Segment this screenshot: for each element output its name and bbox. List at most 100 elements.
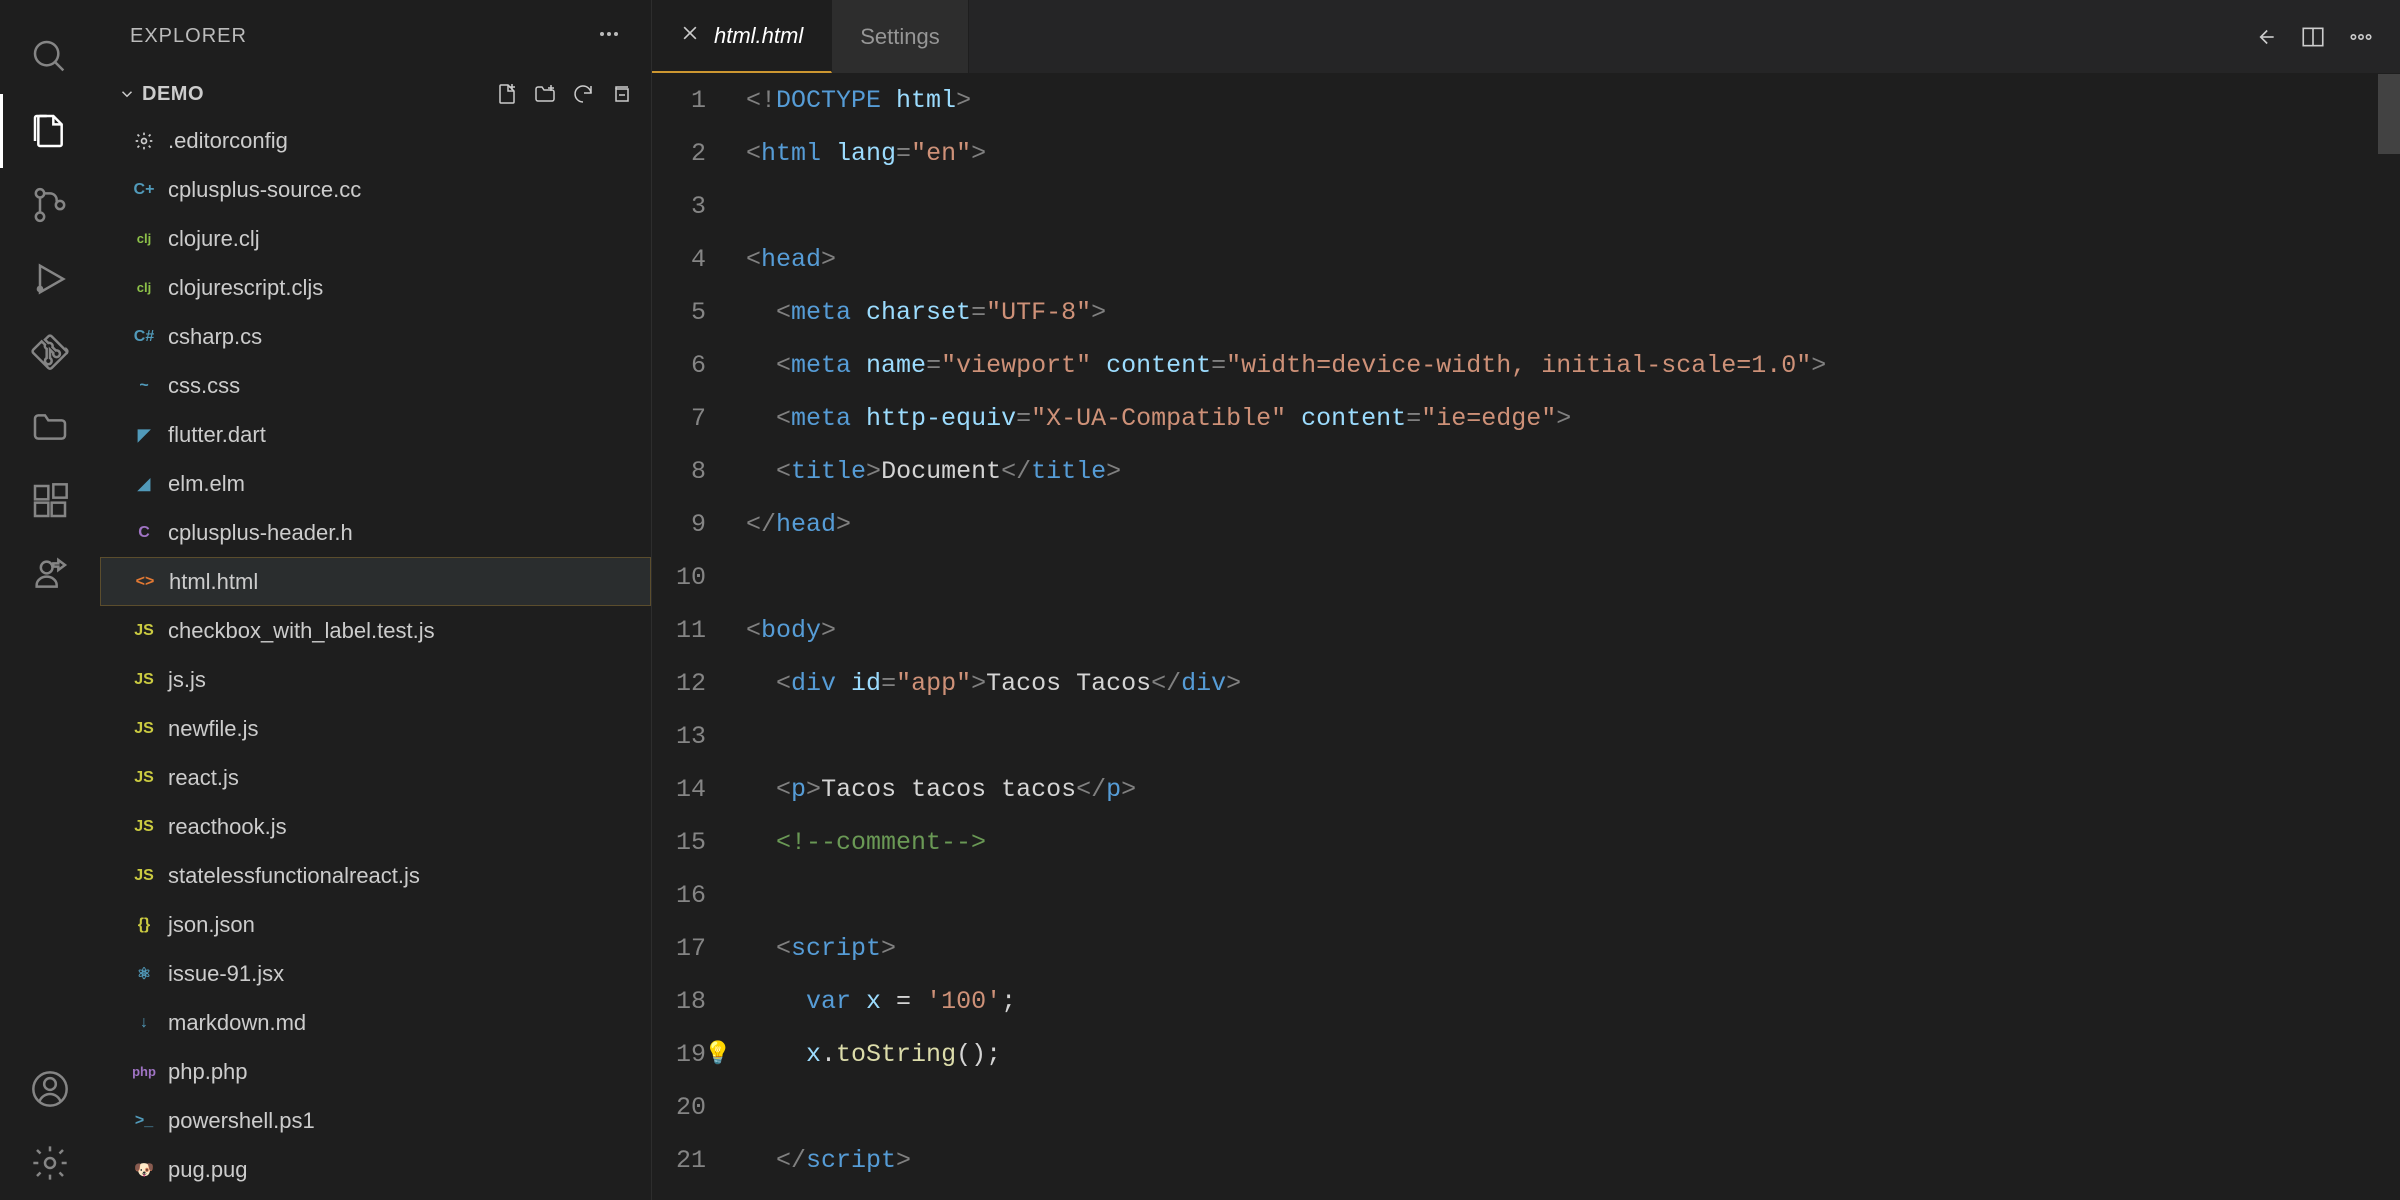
file-name: checkbox_with_label.test.js xyxy=(168,618,435,644)
file-name: pug.pug xyxy=(168,1157,248,1183)
code-line[interactable]: <meta name="viewport" content="width=dev… xyxy=(746,339,2378,392)
activity-git-icon[interactable] xyxy=(0,316,100,390)
code-line[interactable]: <script> xyxy=(746,922,2378,975)
collapse-all-icon[interactable] xyxy=(609,82,633,106)
file-item[interactable]: C#csharp.cs xyxy=(100,312,651,361)
code-line[interactable]: <meta http-equiv="X-UA-Compatible" conte… xyxy=(746,392,2378,445)
code-line[interactable] xyxy=(746,710,2378,763)
file-item[interactable]: ◢elm.elm xyxy=(100,459,651,508)
activity-settings-icon[interactable] xyxy=(0,1126,100,1200)
code-line[interactable] xyxy=(746,1081,2378,1134)
file-item[interactable]: Ccplusplus-header.h xyxy=(100,508,651,557)
file-type-icon: ⚛ xyxy=(132,962,156,986)
tab-bar: html.html Settings xyxy=(652,0,2400,74)
more-actions-icon[interactable] xyxy=(2348,24,2374,50)
file-item[interactable]: JSjs.js xyxy=(100,655,651,704)
editor-tab[interactable]: html.html xyxy=(652,0,832,73)
code-line[interactable] xyxy=(746,869,2378,922)
file-item[interactable]: JSreacthook.js xyxy=(100,802,651,851)
file-item[interactable]: JSreact.js xyxy=(100,753,651,802)
file-item[interactable]: ⚛ issue-91.jsx xyxy=(100,949,651,998)
code-editor[interactable]: 123456789101112131415161718192021 <!DOCT… xyxy=(652,74,2400,1200)
code-line[interactable]: <div id="app">Tacos Tacos</div> xyxy=(746,657,2378,710)
code-line[interactable]: 💡 x.toString(); xyxy=(746,1028,2378,1081)
file-item[interactable]: cljclojurescript.cljs xyxy=(100,263,651,312)
file-name: php.php xyxy=(168,1059,248,1085)
file-item[interactable]: ~ css.css xyxy=(100,361,651,410)
file-name: csharp.cs xyxy=(168,324,262,350)
code-line[interactable]: <body> xyxy=(746,604,2378,657)
code-line[interactable]: <title>Document</title> xyxy=(746,445,2378,498)
file-name: issue-91.jsx xyxy=(168,961,284,987)
folder-header[interactable]: DEMO xyxy=(100,72,651,116)
line-number: 17 xyxy=(652,922,706,975)
activity-account-icon[interactable] xyxy=(0,1052,100,1126)
chevron-down-icon xyxy=(118,85,136,103)
file-type-icon: C xyxy=(132,521,156,545)
line-number: 18 xyxy=(652,975,706,1028)
file-item[interactable]: {}json.json xyxy=(100,900,651,949)
file-item[interactable]: JScheckbox_with_label.test.js xyxy=(100,606,651,655)
file-item[interactable]: ◤flutter.dart xyxy=(100,410,651,459)
activity-folder-icon[interactable] xyxy=(0,390,100,464)
file-item[interactable]: <> html.html xyxy=(100,557,651,606)
code-line[interactable]: <!DOCTYPE html> xyxy=(746,74,2378,127)
code-line[interactable]: <p>Tacos tacos tacos</p> xyxy=(746,763,2378,816)
lightbulb-icon[interactable]: 💡 xyxy=(704,1028,731,1081)
activity-run-debug-icon[interactable] xyxy=(0,242,100,316)
code-line[interactable]: <meta charset="UTF-8"> xyxy=(746,286,2378,339)
line-number: 3 xyxy=(652,180,706,233)
file-item[interactable]: JSnewfile.js xyxy=(100,704,651,753)
file-item[interactable]: cljclojure.clj xyxy=(100,214,651,263)
code-line[interactable]: <!--comment--> xyxy=(746,816,2378,869)
code-line[interactable]: <html lang="en"> xyxy=(746,127,2378,180)
activity-source-control-icon[interactable] xyxy=(0,168,100,242)
sidebar-more-icon[interactable] xyxy=(597,22,621,51)
code-line[interactable] xyxy=(746,551,2378,604)
go-back-icon[interactable] xyxy=(2252,24,2278,50)
code-line[interactable]: <head> xyxy=(746,233,2378,286)
file-type-icon: 🐶 xyxy=(132,1158,156,1182)
file-name: css.css xyxy=(168,373,240,399)
code-line[interactable] xyxy=(746,180,2378,233)
line-number: 20 xyxy=(652,1081,706,1134)
activity-search-icon[interactable] xyxy=(0,20,100,94)
sidebar: EXPLORER DEMO .editorconfigC+cplusplus-s… xyxy=(100,0,652,1200)
file-type-icon xyxy=(132,129,156,153)
close-tab-icon[interactable] xyxy=(680,23,700,49)
file-name: html.html xyxy=(169,569,258,595)
file-item[interactable]: phpphp.php xyxy=(100,1047,651,1096)
file-item[interactable]: 🐶 pug.pug xyxy=(100,1145,651,1194)
code-line[interactable]: var x = '100'; xyxy=(746,975,2378,1028)
line-number: 11 xyxy=(652,604,706,657)
editor-scrollbar[interactable] xyxy=(2378,74,2400,1200)
file-item[interactable]: ↓markdown.md xyxy=(100,998,651,1047)
new-folder-icon[interactable] xyxy=(533,82,557,106)
line-number: 12 xyxy=(652,657,706,710)
refresh-icon[interactable] xyxy=(571,82,595,106)
code-line[interactable]: </head> xyxy=(746,498,2378,551)
file-name: js.js xyxy=(168,667,206,693)
split-editor-icon[interactable] xyxy=(2300,24,2326,50)
file-type-icon: <> xyxy=(133,570,157,594)
code-line[interactable]: </script> xyxy=(746,1134,2378,1187)
file-name: clojurescript.cljs xyxy=(168,275,323,301)
line-number: 8 xyxy=(652,445,706,498)
activity-live-share-icon[interactable] xyxy=(0,538,100,612)
activity-extensions-icon[interactable] xyxy=(0,464,100,538)
file-item[interactable]: C+cplusplus-source.cc xyxy=(100,165,651,214)
new-file-icon[interactable] xyxy=(495,82,519,106)
file-type-icon: ~ xyxy=(132,374,156,398)
editor-tab[interactable]: Settings xyxy=(832,0,969,73)
line-number: 15 xyxy=(652,816,706,869)
file-item[interactable]: JSstatelessfunctionalreact.js xyxy=(100,851,651,900)
activity-explorer-icon[interactable] xyxy=(0,94,100,168)
line-number: 5 xyxy=(652,286,706,339)
file-list: .editorconfigC+cplusplus-source.cccljclo… xyxy=(100,116,651,1200)
tab-label: Settings xyxy=(860,24,940,50)
file-item[interactable]: .editorconfig xyxy=(100,116,651,165)
line-number: 1 xyxy=(652,74,706,127)
code-content[interactable]: <!DOCTYPE html><html lang="en"> <head> <… xyxy=(734,74,2378,1200)
file-item[interactable]: >_powershell.ps1 xyxy=(100,1096,651,1145)
tab-label: html.html xyxy=(714,23,803,49)
